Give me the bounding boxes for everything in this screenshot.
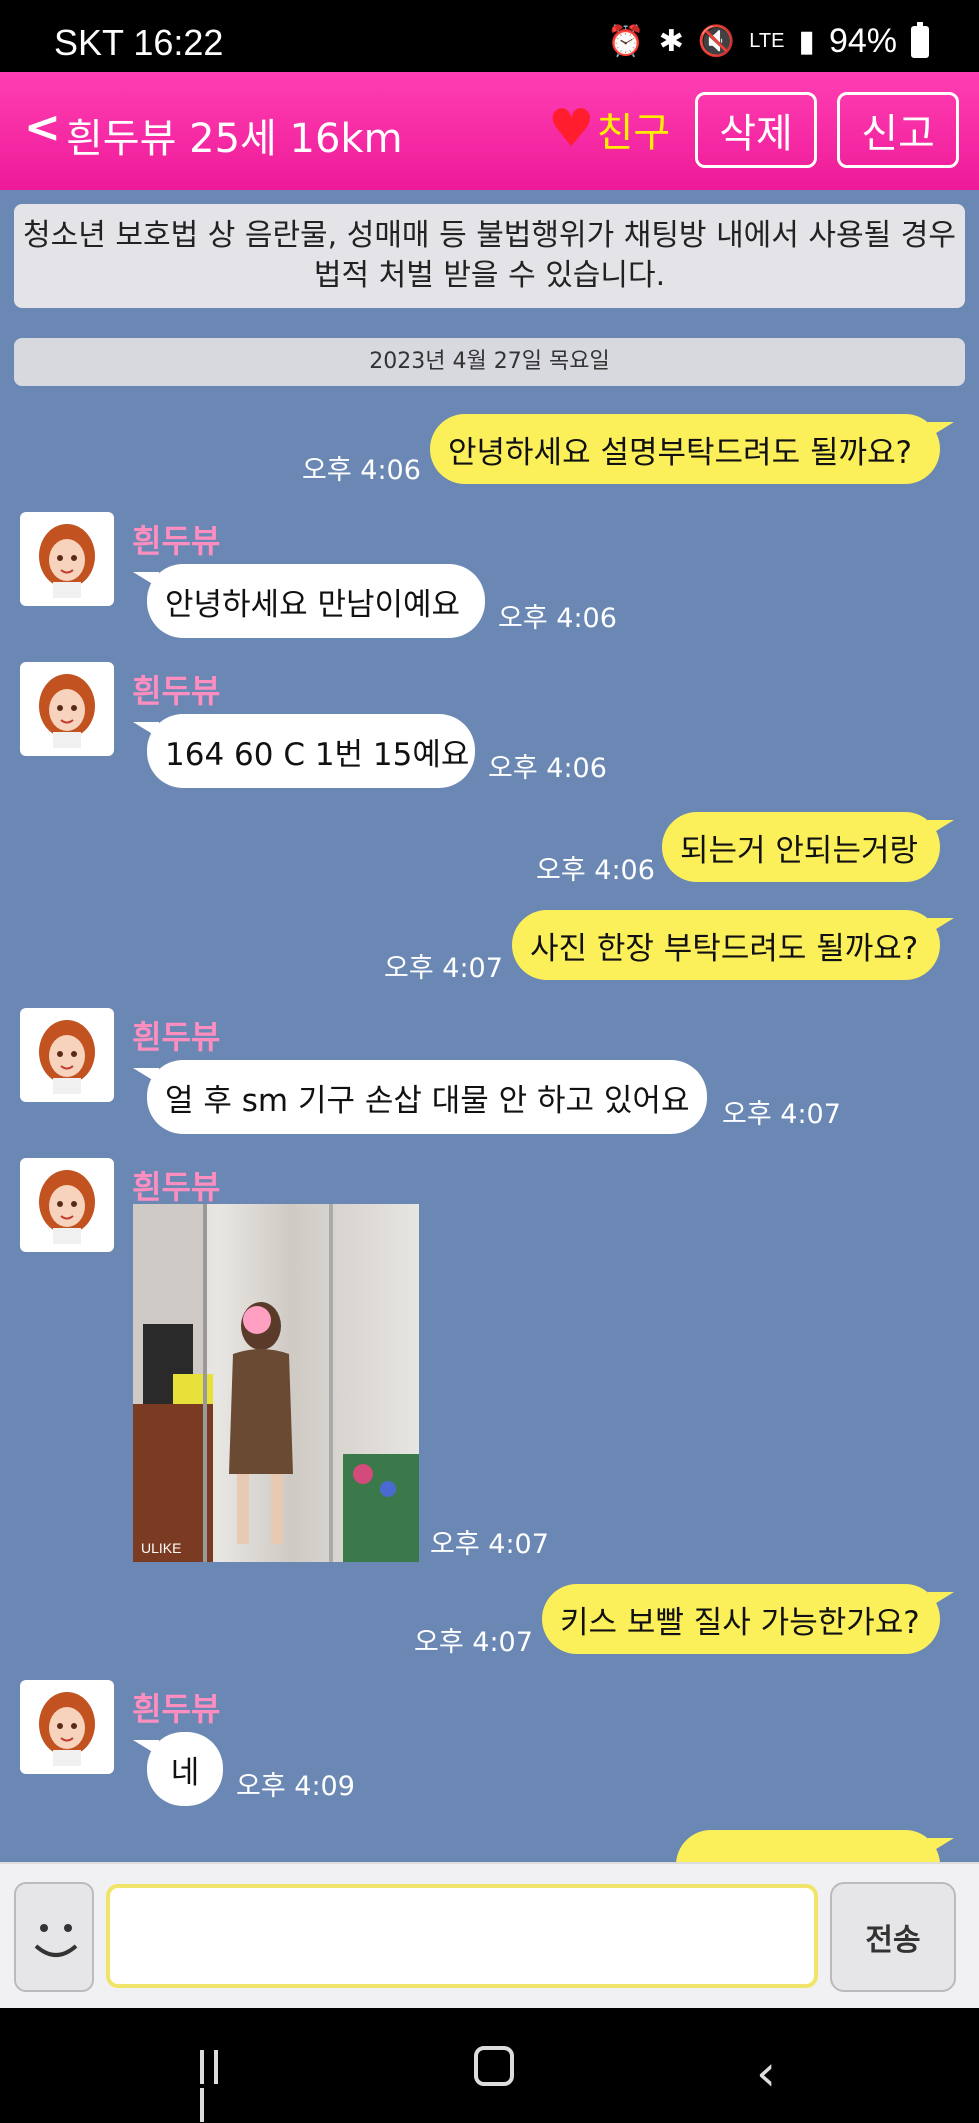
photo-caption: ULIKE — [141, 1540, 182, 1556]
my-message-bubble-partial[interactable] — [676, 1830, 954, 1862]
bluetooth-icon: ✱ — [658, 25, 684, 58]
avatar[interactable] — [20, 662, 114, 756]
their-message-bubble[interactable]: 164 60 C 1번 15예요 — [133, 714, 475, 788]
mute-icon: 🔇 — [697, 25, 736, 58]
avatar-girl-icon — [39, 674, 95, 748]
photo-message[interactable]: ULIKE — [133, 1204, 419, 1562]
battery-icon — [911, 21, 929, 58]
my-message-bubble[interactable]: 되는거 안되는거랑 — [662, 812, 954, 882]
signal-icon: ▮ — [798, 25, 815, 58]
avatar[interactable] — [20, 512, 114, 606]
battery-percent: 94% — [828, 22, 897, 60]
send-button[interactable]: 전송 — [830, 1882, 956, 1992]
their-message-bubble[interactable]: 네 — [133, 1732, 223, 1806]
date-separator: 2023년 4월 27일 목요일 — [14, 338, 965, 386]
my-message-bubble[interactable]: 사진 한장 부탁드려도 될까요? — [512, 910, 954, 980]
avatar-girl-icon — [39, 1692, 95, 1766]
sender-name: 흰두뷰 — [132, 672, 221, 710]
chat-header: < 흰두뷰 25세 16km ♥ 친구 삭제 신고 — [0, 72, 979, 190]
home-icon[interactable] — [474, 2046, 514, 2086]
friend-label: 친구 — [596, 110, 671, 156]
message-time: 오후 4:07 — [384, 953, 503, 984]
emoji-button[interactable] — [14, 1882, 94, 1992]
avatar[interactable] — [20, 1158, 114, 1252]
sender-name: 흰두뷰 — [132, 522, 221, 560]
message-time: 오후 4:06 — [536, 855, 655, 886]
heart-icon: ♥ — [548, 99, 595, 159]
message-time: 오후 4:07 — [722, 1099, 841, 1130]
sender-name: 흰두뷰 — [132, 1018, 221, 1056]
message-time: 오후 4:09 — [236, 1771, 355, 1802]
carrier-time: SKT 16:22 — [54, 22, 224, 63]
chat-area[interactable]: 청소년 보호법 상 음란물, 성매매 등 불법행위가 채팅방 내에서 사용될 경… — [0, 190, 979, 1862]
friend-button[interactable]: ♥ 친구 — [548, 100, 670, 158]
message-input-bar: 전송 — [0, 1862, 979, 2008]
avatar-girl-icon — [39, 1170, 95, 1244]
message-input[interactable] — [106, 1884, 818, 1988]
recent-apps-icon[interactable] — [200, 2050, 240, 2122]
mirror-selfie-photo — [133, 1204, 419, 1562]
their-message-bubble[interactable]: 얼 후 sm 기구 손삽 대물 안 하고 있어요 — [133, 1060, 707, 1134]
status-bar: SKT 16:22 ⏰ ✱ 🔇 LTE ▮ 94% — [0, 0, 979, 72]
legal-notice: 청소년 보호법 상 음란물, 성매매 등 불법행위가 채팅방 내에서 사용될 경… — [14, 204, 965, 308]
message-time: 오후 4:07 — [430, 1529, 549, 1560]
avatar-girl-icon — [39, 524, 95, 598]
sender-name: 흰두뷰 — [132, 1690, 221, 1728]
message-time: 오후 4:07 — [414, 1627, 533, 1658]
avatar-girl-icon — [39, 1020, 95, 1094]
my-message-bubble[interactable]: 키스 보빨 질사 가능한가요? — [542, 1584, 954, 1654]
system-nav-bar: ‹ — [0, 2008, 979, 2123]
alarm-icon: ⏰ — [607, 25, 645, 58]
status-icons: ⏰ ✱ 🔇 LTE ▮ 94% — [607, 21, 929, 61]
smiley-icon — [34, 1924, 78, 1957]
report-button[interactable]: 신고 — [837, 92, 959, 168]
delete-button[interactable]: 삭제 — [695, 92, 817, 168]
chat-title: 흰두뷰 25세 16km — [66, 116, 403, 162]
back-button[interactable]: < — [24, 102, 61, 153]
their-message-bubble[interactable]: 안녕하세요 만남이예요 — [133, 564, 485, 638]
message-time: 오후 4:06 — [488, 753, 607, 784]
avatar[interactable] — [20, 1008, 114, 1102]
back-nav-icon[interactable]: ‹ — [756, 2044, 776, 2102]
sender-name: 흰두뷰 — [132, 1168, 221, 1206]
avatar[interactable] — [20, 1680, 114, 1774]
network-label: LTE — [749, 30, 785, 52]
my-message-bubble[interactable]: 안녕하세요 설명부탁드려도 될까요? — [430, 414, 954, 484]
message-time: 오후 4:06 — [302, 455, 421, 486]
message-time: 오후 4:06 — [498, 603, 617, 634]
